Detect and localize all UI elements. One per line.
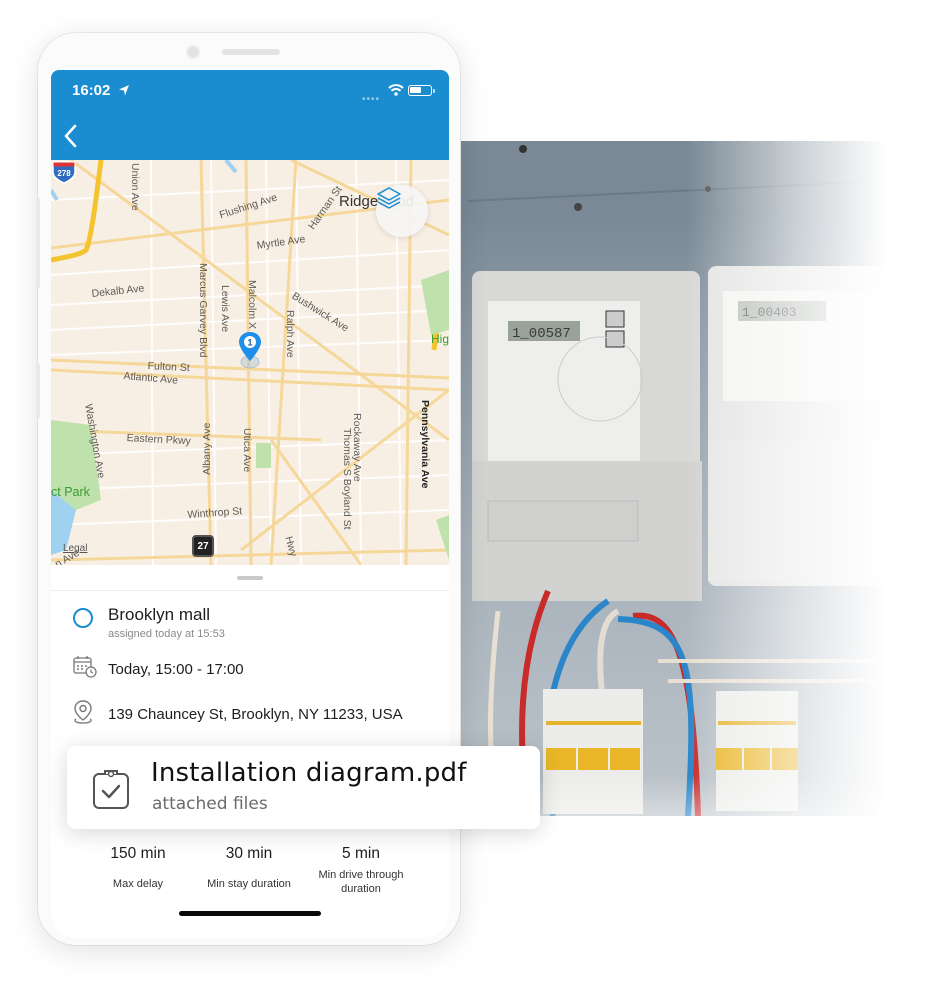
- location-arrow-icon: [119, 85, 129, 96]
- status-time: 16:02: [72, 82, 111, 99]
- home-indicator[interactable]: [179, 911, 321, 916]
- wifi-icon: [388, 84, 404, 96]
- interstate-number: 278: [57, 169, 71, 178]
- job-assigned-time: assigned today at 15:53: [108, 628, 225, 640]
- attachment-card[interactable]: Installation diagram.pdf attached files: [67, 746, 540, 829]
- clipboard-check-icon: [93, 770, 129, 809]
- cellular-signal-icon: ••••: [362, 94, 381, 105]
- stat-label: Min drive through duration: [318, 869, 404, 895]
- svg-text:1_00587: 1_00587: [512, 326, 571, 342]
- stat-min-drive: 5 min Min drive through duration: [301, 845, 421, 896]
- job-status-toggle[interactable]: [73, 608, 93, 628]
- map-view[interactable]: 278 Union Ave Flushing Ave Harman St Rid…: [51, 160, 449, 565]
- photo-fade-overlay: [686, 141, 886, 816]
- divider: [51, 590, 449, 591]
- map-label: Pennsylvania Ave: [419, 400, 431, 489]
- back-button[interactable]: [59, 122, 83, 150]
- pin-number: 1: [247, 338, 252, 348]
- route-shield-icon: 27: [192, 535, 214, 557]
- stat-max-delay: 150 min Max delay: [78, 845, 198, 891]
- map-label: Lewis Ave: [219, 285, 231, 333]
- job-address[interactable]: 139 Chauncey St, Brooklyn, NY 11233, USA: [108, 706, 403, 723]
- calendar-clock-icon: [73, 656, 97, 678]
- earpiece-speaker: [222, 49, 280, 55]
- job-time-window: Today, 15:00 - 17:00: [108, 661, 244, 678]
- stat-value: 30 min: [225, 845, 273, 862]
- front-camera: [186, 45, 200, 59]
- interstate-shield-icon: 278: [52, 161, 76, 184]
- map-label: Albany Ave: [201, 422, 213, 475]
- job-title: Brooklyn mall: [108, 605, 211, 624]
- map-label: Malcolm X: [246, 280, 258, 330]
- map-label: Thomas S Boyland St: [341, 428, 353, 530]
- attachment-file-name: Installation diagram.pdf: [151, 758, 467, 788]
- app-header: 16:02 ••••: [51, 70, 449, 160]
- location-pin-icon: [74, 700, 92, 724]
- stat-value: 150 min: [110, 845, 166, 862]
- layers-icon: [377, 187, 401, 209]
- map-pin-icon: 1: [239, 332, 261, 369]
- stat-value: 5 min: [342, 845, 380, 862]
- attachment-subtitle: attached files: [152, 794, 268, 814]
- stat-label: Max delay: [112, 878, 164, 890]
- map-label: Hig: [431, 332, 449, 346]
- phone-side-button: [36, 363, 40, 418]
- map-label-park: ct Park: [51, 485, 90, 499]
- map-label: Marcus Garvey Blvd: [197, 263, 209, 358]
- stat-label: Min stay duration: [207, 878, 291, 890]
- electrical-panel-photo: 1_00587 1_00403: [458, 141, 886, 816]
- map-layers-button[interactable]: [376, 185, 428, 237]
- map-label: Utica Ave: [241, 428, 253, 473]
- battery-icon: [408, 85, 435, 96]
- stat-min-stay: 30 min Min stay duration: [189, 845, 309, 891]
- map-label: Ralph Ave: [284, 310, 296, 358]
- sheet-drag-handle[interactable]: [237, 576, 263, 580]
- phone-side-button: [36, 198, 40, 288]
- map-label: Union Ave: [129, 163, 141, 211]
